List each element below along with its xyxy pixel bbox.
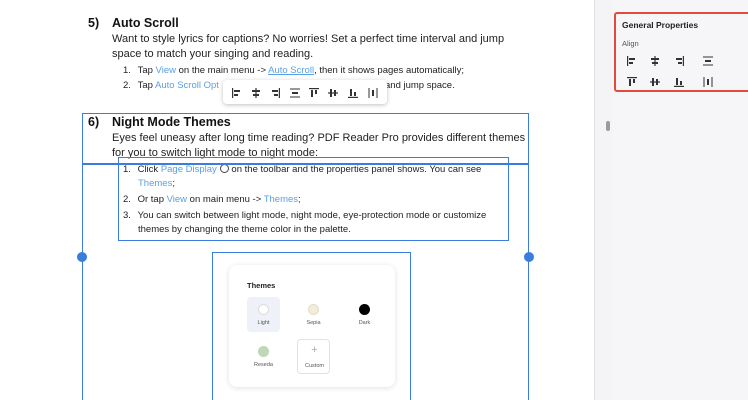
- resize-handle-right[interactable]: [524, 252, 534, 262]
- plus-icon: +: [311, 344, 318, 356]
- theme-option-custom: + Custom: [297, 339, 330, 374]
- vertical-scrollbar[interactable]: [606, 121, 610, 131]
- list-number: 2.: [123, 80, 131, 91]
- distribute-vertical-icon[interactable]: [702, 76, 716, 88]
- step-text: on the main menu ->: [175, 65, 269, 76]
- theme-label: Reseda: [254, 362, 273, 368]
- section-5-step-2-tail: and jump space.: [385, 80, 455, 91]
- section-5-title: Auto Scroll: [112, 16, 179, 30]
- theme-label: Dark: [358, 320, 371, 326]
- scroll-gutter: [594, 0, 613, 400]
- view-link[interactable]: View: [156, 65, 176, 76]
- align-center-horizontal-icon[interactable]: [649, 55, 663, 67]
- section-5-intro-line1: Want to style lyrics for captions? No wo…: [112, 33, 505, 45]
- section-5-step-1: 1. Tap View on the main menu -> Auto Scr…: [123, 64, 464, 77]
- align-top-icon[interactable]: [308, 86, 320, 98]
- light-swatch: [258, 304, 269, 315]
- reseda-swatch: [258, 346, 269, 357]
- general-properties-title: General Properties: [622, 20, 699, 30]
- theme-option-reseda: Reseda: [247, 339, 280, 374]
- distribute-horizontal-icon[interactable]: [289, 86, 301, 98]
- theme-option-light: Light: [247, 297, 280, 332]
- section-5-number: 5): [88, 16, 100, 30]
- align-bottom-icon[interactable]: [347, 86, 359, 98]
- floating-align-toolbar: [223, 80, 387, 104]
- step-text: Tap: [137, 65, 156, 76]
- auto-scroll-link[interactable]: Auto Scroll: [268, 65, 314, 76]
- dark-swatch: [359, 304, 370, 315]
- align-right-icon[interactable]: [269, 86, 281, 98]
- theme-label: Custom: [305, 363, 324, 369]
- align-right-icon[interactable]: [673, 55, 687, 67]
- step-text: Tap: [137, 80, 156, 91]
- section-5-intro-line2: space to match your singing and reading.: [112, 48, 314, 60]
- theme-option-sepia: Sepia: [297, 297, 330, 332]
- align-center-horizontal-icon[interactable]: [250, 86, 262, 98]
- theme-label: Sepia: [306, 320, 321, 326]
- list-number: 1.: [123, 65, 131, 76]
- align-left-icon[interactable]: [626, 55, 640, 67]
- distribute-vertical-icon[interactable]: [367, 86, 379, 98]
- auto-scroll-options-link[interactable]: Auto Scroll Opt: [155, 80, 219, 91]
- document-page: 5) Auto Scroll Want to style lyrics for …: [0, 0, 594, 400]
- align-label: Align: [622, 39, 639, 48]
- align-center-vertical-icon[interactable]: [327, 86, 339, 98]
- align-bottom-icon[interactable]: [673, 76, 687, 88]
- theme-option-dark: Dark: [348, 297, 381, 332]
- theme-label: Light: [257, 320, 270, 326]
- step-text: , then it shows pages automatically;: [314, 65, 465, 76]
- sepia-swatch: [308, 304, 319, 315]
- themes-image: Themes Light Sepia Dark Reseda + Custom: [229, 265, 395, 387]
- section-5-step-2: 2. Tap Auto Scroll Opt: [123, 79, 219, 92]
- align-center-vertical-icon[interactable]: [649, 76, 663, 88]
- resize-handle-left[interactable]: [77, 252, 87, 262]
- align-top-icon[interactable]: [626, 76, 640, 88]
- general-properties-section: General Properties Align: [614, 12, 748, 92]
- distribute-horizontal-icon[interactable]: [702, 55, 716, 67]
- themes-title: Themes: [247, 281, 276, 290]
- align-left-icon[interactable]: [231, 86, 243, 98]
